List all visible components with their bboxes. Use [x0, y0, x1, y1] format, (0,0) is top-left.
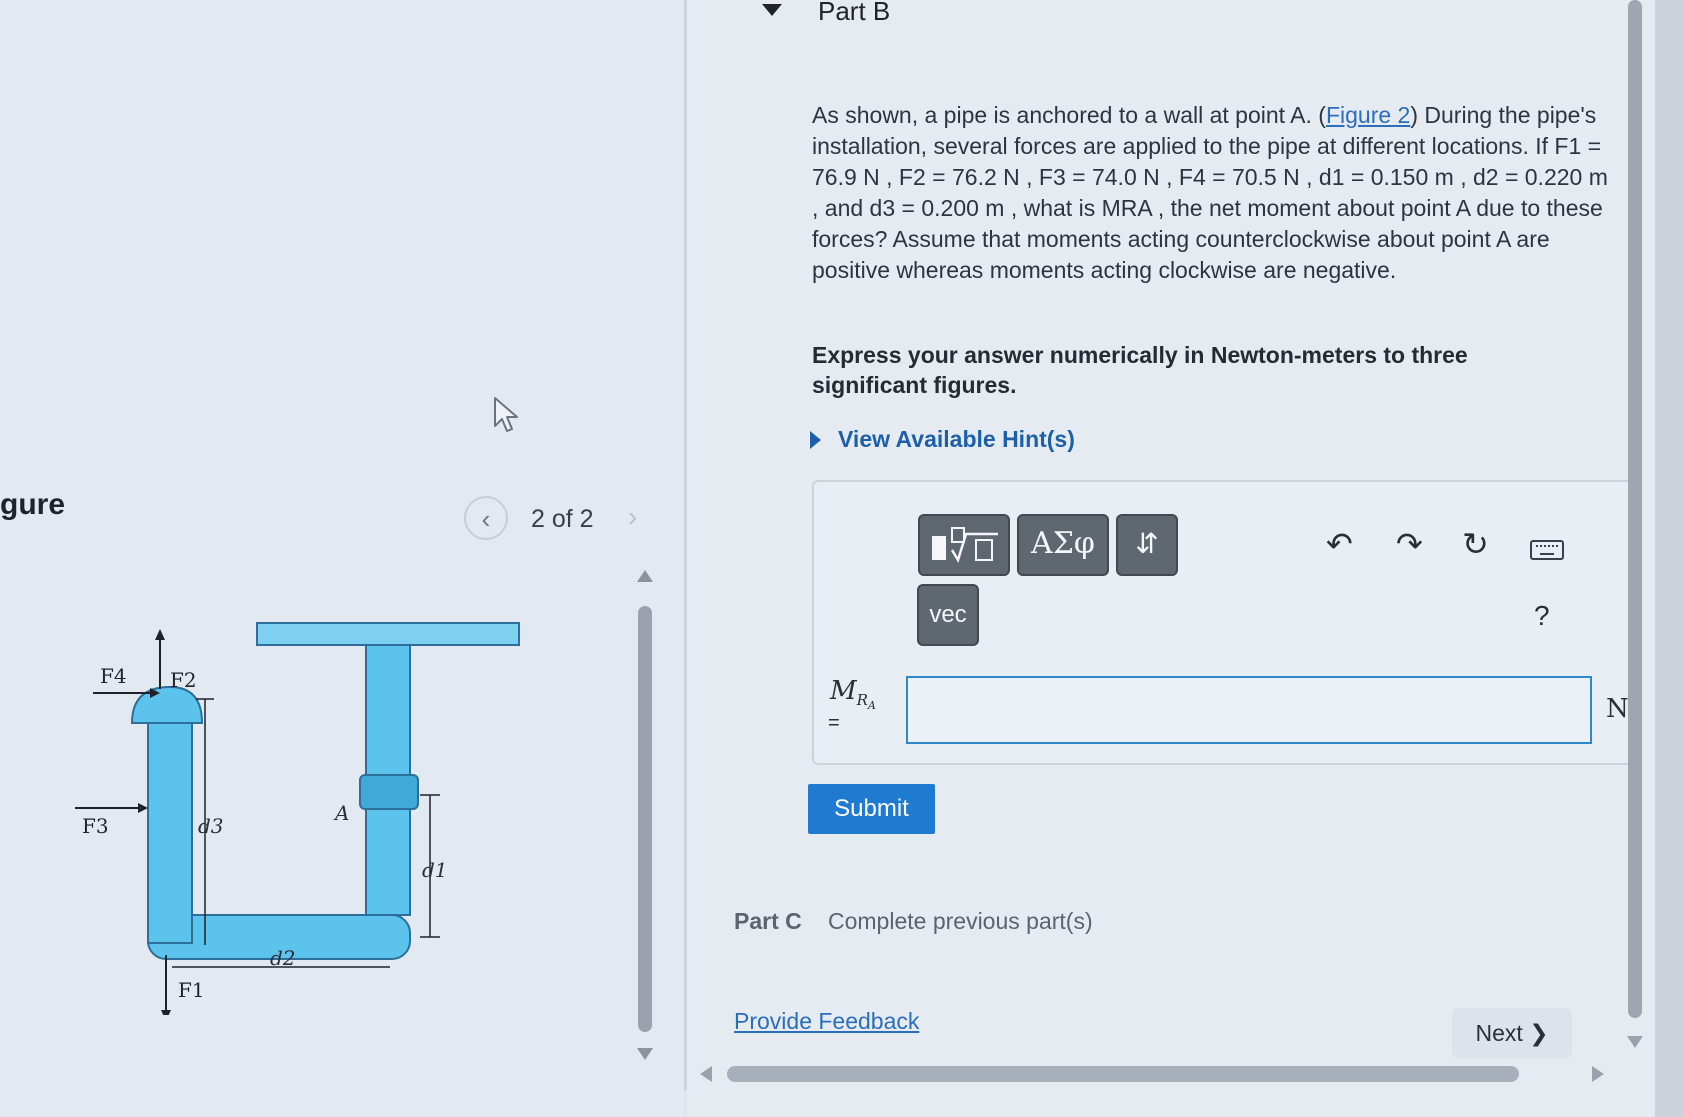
- keyboard-icon[interactable]: [1530, 540, 1564, 560]
- sort-button[interactable]: ⇵: [1116, 514, 1178, 576]
- label-f3: F3: [82, 814, 109, 838]
- reset-icon[interactable]: ↻: [1462, 525, 1489, 563]
- part-c-title: Part C: [734, 908, 802, 934]
- figure-heading: gure: [0, 488, 66, 521]
- hint-label: View Available Hint(s): [838, 426, 1075, 452]
- figure-next-button[interactable]: ›: [628, 501, 637, 533]
- submit-button[interactable]: Submit: [808, 784, 935, 834]
- label-f2: F2: [170, 668, 197, 692]
- figure-link[interactable]: Figure 2: [1326, 102, 1410, 128]
- equals-sign: =: [828, 712, 840, 734]
- wall: [256, 622, 520, 646]
- horizontal-scroll-left-arrow[interactable]: [700, 1066, 712, 1082]
- pipe-figure: F4 F2 F3 F1 d3 d2 d1 A: [75, 622, 520, 1015]
- part-b-title: Part B: [818, 0, 891, 26]
- figure-scrollbar-thumb[interactable]: [638, 606, 652, 1032]
- problem-text-start: As shown, a pipe is anchored to a wall a…: [812, 102, 1326, 128]
- templates-icon: [932, 527, 998, 564]
- figure-prev-button[interactable]: ‹: [464, 496, 508, 540]
- vertical-scroll-down-arrow[interactable]: [1627, 1036, 1643, 1048]
- vertical-scrollbar-thumb[interactable]: [1628, 0, 1642, 1018]
- problem-statement: As shown, a pipe is anchored to a wall a…: [812, 100, 1612, 286]
- view-hints-toggle[interactable]: View Available Hint(s): [810, 426, 1075, 453]
- caret-right-icon: [810, 430, 821, 449]
- pipe-vertical-left: [147, 702, 193, 944]
- collapse-part-b-icon[interactable]: [762, 4, 782, 16]
- figure-scroll-down-arrow[interactable]: [637, 1048, 653, 1060]
- next-button[interactable]: Next ❯: [1452, 1008, 1572, 1058]
- figure-scroll-up-arrow[interactable]: [637, 570, 653, 582]
- undo-icon[interactable]: ↶: [1326, 525, 1353, 563]
- label-d2: d2: [270, 946, 296, 970]
- label-d1: d1: [422, 858, 448, 882]
- help-icon[interactable]: ?: [1534, 600, 1550, 632]
- answer-unit: N: [1606, 694, 1629, 724]
- redo-icon[interactable]: ↷: [1396, 525, 1423, 563]
- chevron-right-icon: ›: [628, 501, 638, 532]
- templates-button[interactable]: [918, 514, 1010, 576]
- answer-instruction: Express your answer numerically in Newto…: [812, 342, 1468, 398]
- mouse-cursor-icon: [494, 397, 518, 432]
- label-point-a: A: [333, 801, 349, 825]
- figure-pager-text: 2 of 2: [531, 505, 594, 533]
- horizontal-scroll-right-arrow[interactable]: [1592, 1066, 1604, 1082]
- vector-button[interactable]: vec: [917, 584, 979, 646]
- pipe-collar: [359, 774, 419, 810]
- label-f4: F4: [100, 664, 127, 688]
- part-c-status: Complete previous part(s): [828, 908, 1093, 934]
- chevron-left-icon: ‹: [481, 504, 491, 534]
- label-f1: F1: [178, 978, 205, 1002]
- answer-variable-label: MRA: [830, 676, 876, 713]
- answer-input[interactable]: [906, 676, 1592, 744]
- horizontal-scrollbar-thumb[interactable]: [727, 1066, 1519, 1082]
- provide-feedback-link[interactable]: Provide Feedback: [734, 1008, 919, 1035]
- window-edge: [1655, 0, 1683, 1117]
- greek-symbols-button[interactable]: ΑΣφ: [1017, 514, 1109, 576]
- label-d3: d3: [198, 814, 224, 838]
- problem-text-rest: ) During the pipe's installation, severa…: [812, 102, 1608, 283]
